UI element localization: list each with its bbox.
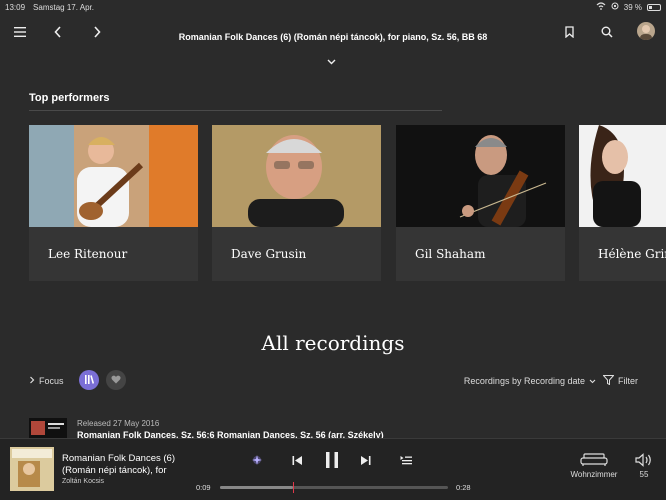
skip-previous-icon[interactable] [290,453,304,467]
performers-carousel: Lee Ritenour Dave Grusin Gil Shaham Hélè… [29,125,666,281]
recording-list-item[interactable]: Released 27 May 2016 Romanian Folk Dance… [29,418,639,438]
performer-name: Gil Shaham [415,247,486,261]
bookmark-icon[interactable] [561,24,577,40]
output-device-button[interactable]: Wohnzimmer [570,453,618,479]
performer-photo [29,125,198,227]
elapsed-time: 0:09 [196,483,211,492]
chevron-down-icon [589,376,596,386]
now-playing-artist[interactable]: Zoltán Kocsis [62,478,104,485]
focus-toggle[interactable]: Focus [29,376,64,386]
skip-next-icon[interactable] [358,453,372,467]
status-date: Samstag 17. Apr. [33,2,94,12]
recording-date: Released 27 May 2016 [77,419,160,428]
filter-button[interactable]: Filter [602,375,638,387]
all-recordings-title: All recordings [261,331,405,355]
sort-label: Recordings by Recording date [463,376,585,386]
recording-cover [29,418,67,438]
favorite-filter-button[interactable] [106,370,126,390]
progress-marker[interactable] [292,482,294,493]
forward-chevron-icon[interactable] [89,24,105,40]
status-time: 13:09 [5,2,26,12]
sofa-icon [570,453,618,467]
section-divider [29,110,442,111]
recording-title: Romanian Folk Dances, Sz. 56:6 Romanian … [77,430,384,438]
progress-fill [220,486,293,489]
library-filter-button[interactable] [79,370,99,390]
status-bar: 13:09 Samstag 17. Apr. 39 % [0,0,666,14]
back-chevron-icon[interactable] [50,24,66,40]
orientation-lock-icon [611,2,619,12]
battery-percent: 39 % [623,2,642,12]
filter-icon [602,375,615,387]
heart-icon [111,375,121,386]
progress-bar[interactable] [220,482,448,493]
filter-label: Filter [618,376,638,386]
top-navbar: Romanian Folk Dances (6) (Román népi tán… [0,16,666,65]
sort-dropdown[interactable]: Recordings by Recording date [464,376,596,386]
chevron-right-icon [29,376,35,386]
performer-card-dave-grusin[interactable]: Dave Grusin [212,125,381,281]
performer-photo [579,125,666,227]
speaker-icon [630,453,658,467]
battery-icon [647,3,661,11]
performer-name: Lee Ritenour [48,247,128,261]
search-icon[interactable] [599,24,615,40]
total-time: 0:28 [456,483,471,492]
sparkle-icon[interactable] [250,453,264,467]
performer-card-lee-ritenour[interactable]: Lee Ritenour [29,125,198,281]
performer-card-helene-grimaud[interactable]: Hélène Grimaud [579,125,666,281]
wifi-icon [596,2,606,12]
performer-name: Dave Grusin [231,247,307,261]
volume-button[interactable]: 55 [630,453,658,479]
performer-name: Hélène Grimaud [598,247,666,261]
volume-value: 55 [639,470,649,479]
now-playing-cover[interactable] [10,447,54,491]
chevron-down-icon[interactable] [327,52,336,70]
device-label: Wohnzimmer [570,470,618,479]
player-bar: Romanian Folk Dances (6) (Román népi tán… [0,438,666,500]
library-icon [84,374,95,386]
hamburger-menu-icon[interactable] [12,24,28,40]
page-title: Romanian Folk Dances (6) (Román népi tán… [178,32,488,42]
performer-photo [396,125,565,227]
now-playing-title[interactable]: Romanian Folk Dances (6) (Román népi tán… [62,453,192,477]
performer-card-gil-shaham[interactable]: Gil Shaham [396,125,565,281]
performer-photo [212,125,381,227]
pause-icon[interactable] [322,450,342,470]
focus-label: Focus [39,376,64,386]
recordings-toolbar: Focus Recordings by Recording date Filte… [0,370,666,392]
avatar[interactable] [637,22,655,40]
queue-icon[interactable] [399,453,413,467]
top-performers-title: Top performers [29,92,110,104]
